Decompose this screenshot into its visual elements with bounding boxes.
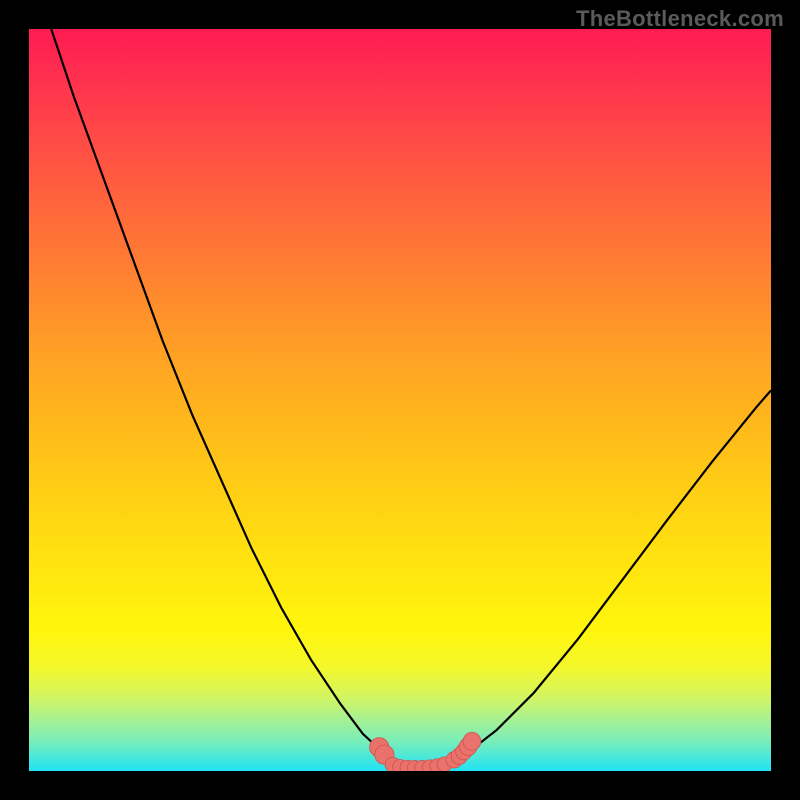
plot-area [29,29,771,771]
fit-markers [370,732,481,771]
bottleneck-curve-svg [29,29,771,771]
fit-marker [463,732,481,750]
chart-stage: TheBottleneck.com [0,0,800,800]
watermark-text: TheBottleneck.com [576,6,784,32]
bottleneck-curve [51,29,771,768]
